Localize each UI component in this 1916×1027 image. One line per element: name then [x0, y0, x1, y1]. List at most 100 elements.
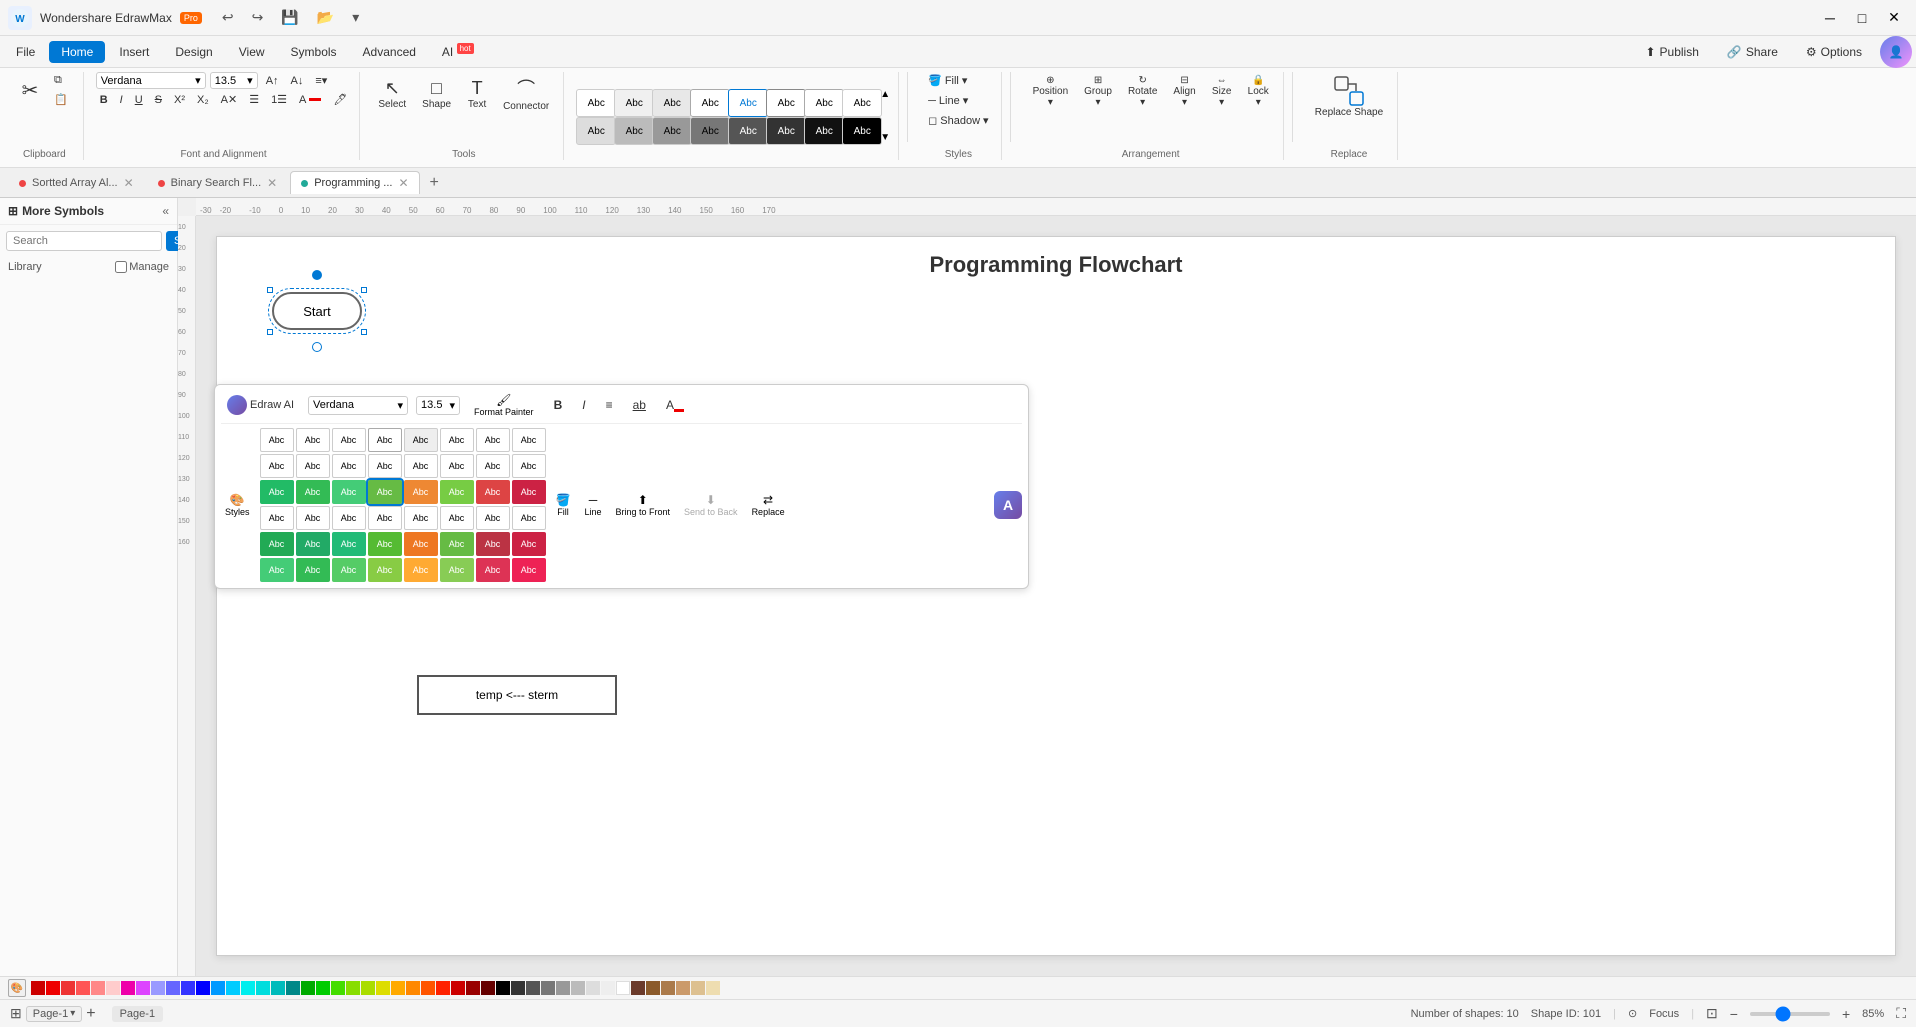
menu-file[interactable]: File — [4, 41, 47, 63]
fs-3-6[interactable]: Abc — [440, 480, 474, 504]
line-btn[interactable]: ─ Line ▾ — [924, 92, 972, 109]
zoom-in-btn[interactable]: + — [1842, 1006, 1850, 1022]
connector-btn[interactable]: ⌒ Connector — [497, 72, 555, 115]
float-italic-btn[interactable]: I — [576, 395, 591, 415]
fs-5-2[interactable]: Abc — [296, 532, 330, 556]
italic-btn[interactable]: I — [116, 92, 127, 108]
rotate-handle[interactable] — [312, 270, 322, 280]
select-btn[interactable]: ↖ Select — [372, 75, 412, 113]
color-swatch-teal2[interactable] — [256, 981, 270, 995]
color-swatch-gray4[interactable] — [586, 981, 600, 995]
handle-tl[interactable] — [267, 287, 273, 293]
swatch-6[interactable]: Abc — [766, 89, 806, 117]
rotate-btn[interactable]: ↻ Rotate ▾ — [1122, 72, 1163, 111]
color-swatch-blue1[interactable] — [151, 981, 165, 995]
fs-1-2[interactable]: Abc — [296, 428, 330, 452]
fs-1-8[interactable]: Abc — [512, 428, 546, 452]
color-swatch-darkred2[interactable] — [466, 981, 480, 995]
strikethrough-btn[interactable]: S — [151, 92, 166, 108]
swatch-12[interactable]: Abc — [690, 117, 730, 145]
fs-3-2[interactable]: Abc — [296, 480, 330, 504]
handle-br[interactable] — [361, 329, 367, 335]
color-swatch-gray5[interactable] — [601, 981, 615, 995]
color-swatch-teal1[interactable] — [241, 981, 255, 995]
swatch-8[interactable]: Abc — [842, 89, 882, 117]
float-bold-btn[interactable]: B — [548, 395, 569, 415]
color-swatch-tan2[interactable] — [691, 981, 705, 995]
fs-5-3[interactable]: Abc — [332, 532, 366, 556]
color-swatch-brown1[interactable] — [631, 981, 645, 995]
start-shape[interactable]: Start — [272, 292, 362, 330]
fs-1-6[interactable]: Abc — [440, 428, 474, 452]
color-swatch-orange3[interactable] — [421, 981, 435, 995]
replace-float-btn[interactable]: ⇄ Replace — [748, 491, 789, 519]
color-swatch-gray1[interactable] — [541, 981, 555, 995]
fs-2-7[interactable]: Abc — [476, 454, 510, 478]
fs-5-6[interactable]: Abc — [440, 532, 474, 556]
swatch-14[interactable]: Abc — [766, 117, 806, 145]
zoom-out-btn[interactable]: − — [1730, 1006, 1738, 1022]
fs-5-5[interactable]: Abc — [404, 532, 438, 556]
lock-btn[interactable]: 🔒 Lock ▾ — [1242, 72, 1275, 111]
start-shape-container[interactable]: Start — [272, 292, 362, 330]
replace-shape-btn[interactable]: Replace Shape — [1309, 72, 1389, 121]
sidebar-search-input[interactable] — [6, 231, 162, 251]
menu-symbols[interactable]: Symbols — [279, 41, 349, 63]
connector-bottom[interactable] — [312, 342, 322, 352]
subscript-btn[interactable]: X₂ — [193, 92, 213, 108]
font-color-btn[interactable]: A — [295, 92, 325, 108]
fs-4-8[interactable]: Abc — [512, 506, 546, 530]
fs-2-3[interactable]: Abc — [332, 454, 366, 478]
fs-5-1[interactable]: Abc — [260, 532, 294, 556]
sidebar-manage-check[interactable] — [115, 261, 127, 273]
fill-btn-float[interactable]: 🪣 Fill — [552, 491, 575, 519]
shape-btn[interactable]: □ Shape — [416, 75, 457, 113]
color-swatch-teal4[interactable] — [286, 981, 300, 995]
grid-view-icon[interactable]: ⊞ — [10, 1005, 22, 1022]
color-swatch-lime1[interactable] — [331, 981, 345, 995]
fs-3-1[interactable]: Abc — [260, 480, 294, 504]
fs-4-2[interactable]: Abc — [296, 506, 330, 530]
sidebar-manage[interactable]: Manage — [115, 261, 169, 273]
fs-6-2[interactable]: Abc — [296, 558, 330, 582]
menu-advanced[interactable]: Advanced — [351, 41, 428, 63]
copy-btn[interactable]: ⧉ — [50, 72, 75, 89]
float-fontcolor-btn[interactable]: A — [660, 395, 690, 415]
color-swatch-red2[interactable] — [46, 981, 60, 995]
color-swatch-blue3[interactable] — [181, 981, 195, 995]
increase-font-btn[interactable]: A↑ — [262, 73, 283, 89]
canvas[interactable]: Programming Flowchart Start — [196, 216, 1916, 976]
color-swatch-lime2[interactable] — [346, 981, 360, 995]
fs-2-6[interactable]: Abc — [440, 454, 474, 478]
fs-4-4[interactable]: Abc — [368, 506, 402, 530]
close-btn[interactable]: ✕ — [1880, 4, 1908, 32]
text-btn[interactable]: T Text — [461, 75, 493, 113]
underline-btn[interactable]: U — [131, 92, 147, 108]
float-font-size-select[interactable]: 13.5 ▾ — [416, 396, 460, 415]
swatch-4[interactable]: Abc — [690, 89, 730, 117]
color-swatch-orange4[interactable] — [436, 981, 450, 995]
color-swatch-black[interactable] — [496, 981, 510, 995]
active-page-indicator[interactable]: Page-1 — [112, 1006, 163, 1022]
fs-1-1[interactable]: Abc — [260, 428, 294, 452]
open-btn[interactable]: 📂 — [311, 7, 340, 28]
bring-front-btn[interactable]: ⬆ Bring to Front — [611, 491, 674, 519]
color-swatch-purple1[interactable] — [121, 981, 135, 995]
tab-0-close[interactable]: ✕ — [124, 176, 134, 190]
fs-2-2[interactable]: Abc — [296, 454, 330, 478]
color-swatch-gray2[interactable] — [556, 981, 570, 995]
color-swatch-pink[interactable] — [91, 981, 105, 995]
color-swatch-darkred[interactable] — [451, 981, 465, 995]
float-underline-btn[interactable]: ab — [627, 395, 652, 415]
color-swatch-cyan2[interactable] — [226, 981, 240, 995]
color-swatch-brown3[interactable] — [661, 981, 675, 995]
shadow-btn[interactable]: ◻ Shadow ▾ — [924, 112, 992, 129]
color-swatch-orange1[interactable] — [391, 981, 405, 995]
menu-ai[interactable]: AI hot — [430, 40, 486, 63]
swatch-10[interactable]: Abc — [614, 117, 654, 145]
process-2[interactable]: temp <--- sterm — [417, 675, 617, 715]
tab-2[interactable]: Programming ... ✕ — [290, 171, 419, 194]
fs-6-5[interactable]: Abc — [404, 558, 438, 582]
color-swatch-green1[interactable] — [301, 981, 315, 995]
fit-page-btn[interactable]: ⊡ — [1706, 1005, 1718, 1022]
